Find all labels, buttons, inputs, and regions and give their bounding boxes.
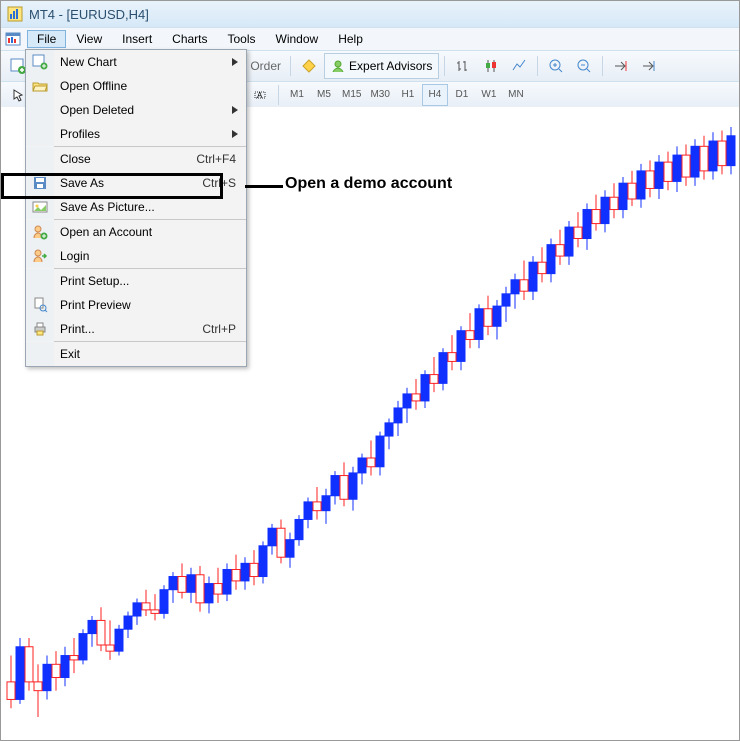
expert-advisors-button[interactable]: Expert Advisors	[324, 53, 439, 79]
timeframe-w1[interactable]: W1	[476, 84, 502, 106]
mdi-icon	[5, 31, 21, 47]
submenu-arrow-icon	[232, 130, 238, 138]
auto-scroll-icon	[613, 58, 629, 74]
submenu-arrow-icon	[232, 106, 238, 114]
menu-label: Open Deleted	[54, 103, 246, 117]
file-menu-dropdown: New Chart Open Offline Open Deleted Prof…	[25, 49, 247, 367]
save-icon	[32, 175, 48, 191]
menu-label: Login	[54, 249, 246, 263]
timeframe-m15[interactable]: M15	[338, 84, 365, 106]
menu-accel: Ctrl+S	[202, 176, 246, 190]
toolbar-separator	[444, 56, 445, 76]
menu-save-as-picture[interactable]: Save As Picture...	[26, 195, 246, 219]
menu-charts[interactable]: Charts	[162, 30, 217, 48]
auto-scroll-button[interactable]	[608, 53, 634, 79]
menu-label: New Chart	[54, 55, 246, 69]
diamond-icon	[301, 58, 317, 74]
titlebar: MT4 - [EURUSD,H4]	[1, 1, 739, 27]
menu-label: Print Setup...	[54, 274, 246, 288]
menu-help[interactable]: Help	[328, 30, 373, 48]
menu-close[interactable]: Close Ctrl+F4	[26, 147, 246, 171]
menu-save-as[interactable]: Save As Ctrl+S	[26, 171, 246, 195]
label-button[interactable]: A	[247, 82, 273, 108]
menu-tools[interactable]: Tools	[218, 30, 266, 48]
menu-view[interactable]: View	[66, 30, 112, 48]
menu-exit[interactable]: Exit	[26, 342, 246, 366]
bar-chart-button[interactable]	[450, 53, 476, 79]
timeframe-m30[interactable]: M30	[366, 84, 393, 106]
menu-label: Profiles	[54, 127, 246, 141]
annotation-connector	[245, 185, 283, 188]
chart-shift-icon	[641, 58, 657, 74]
folder-open-icon	[32, 78, 48, 94]
cursor-icon	[11, 88, 25, 102]
bar-chart-icon	[455, 58, 471, 74]
zoom-out-button[interactable]	[571, 53, 597, 79]
menu-profiles[interactable]: Profiles	[26, 122, 246, 146]
submenu-arrow-icon	[232, 58, 238, 66]
annotation-text: Open a demo account	[285, 175, 452, 193]
menu-accel: Ctrl+P	[202, 322, 246, 336]
candle-chart-button[interactable]	[478, 53, 504, 79]
timeframe-h4[interactable]: H4	[422, 84, 448, 106]
window-title: MT4 - [EURUSD,H4]	[29, 7, 149, 22]
new-chart-icon	[32, 54, 48, 70]
zoom-in-button[interactable]	[543, 53, 569, 79]
menu-label: Print...	[54, 322, 202, 336]
toolbar-separator	[278, 85, 279, 105]
label-icon: A	[253, 88, 267, 102]
new-chart-icon	[10, 58, 26, 74]
line-chart-icon	[511, 58, 527, 74]
print-icon	[32, 321, 48, 337]
print-preview-icon	[32, 297, 48, 313]
menu-open-deleted[interactable]: Open Deleted	[26, 98, 246, 122]
menu-label: Close	[54, 152, 196, 166]
menu-print[interactable]: Print... Ctrl+P	[26, 317, 246, 341]
menu-label: Open an Account	[54, 225, 246, 239]
timeframe-h1[interactable]: H1	[395, 84, 421, 106]
timeframe-m1[interactable]: M1	[284, 84, 310, 106]
login-icon	[32, 248, 48, 264]
menu-print-setup[interactable]: Print Setup...	[26, 269, 246, 293]
expert-icon	[331, 59, 345, 73]
app-window: { "title": "MT4 - [EURUSD,H4]", "menubar…	[0, 0, 740, 741]
menu-new-chart[interactable]: New Chart	[26, 50, 246, 74]
picture-icon	[32, 199, 48, 215]
menu-label: Print Preview	[54, 298, 246, 312]
menu-accel: Ctrl+F4	[196, 152, 246, 166]
menu-label: Exit	[54, 347, 246, 361]
app-icon	[7, 6, 23, 22]
menu-open-offline[interactable]: Open Offline	[26, 74, 246, 98]
account-add-icon	[32, 224, 48, 240]
timeframe-m5[interactable]: M5	[311, 84, 337, 106]
svg-text:A: A	[257, 91, 263, 100]
menu-window[interactable]: Window	[266, 30, 329, 48]
toolbar-separator	[602, 56, 603, 76]
menu-open-account[interactable]: Open an Account	[26, 220, 246, 244]
timeframe-d1[interactable]: D1	[449, 84, 475, 106]
meta-quotes-button[interactable]	[296, 53, 322, 79]
menu-label: Open Offline	[54, 79, 246, 93]
menu-print-preview[interactable]: Print Preview	[26, 293, 246, 317]
toolbar-separator	[537, 56, 538, 76]
line-chart-button[interactable]	[506, 53, 532, 79]
timeframe-mn[interactable]: MN	[503, 84, 529, 106]
menu-label: Save As Picture...	[54, 200, 246, 214]
menu-label: Save As	[54, 176, 202, 190]
zoom-in-icon	[548, 58, 564, 74]
candle-icon	[483, 58, 499, 74]
expert-advisors-label: Expert Advisors	[349, 59, 432, 73]
menubar: FileViewInsertChartsToolsWindowHelp	[1, 27, 739, 51]
toolbar-separator	[290, 56, 291, 76]
zoom-out-icon	[576, 58, 592, 74]
menu-login[interactable]: Login	[26, 244, 246, 268]
menu-insert[interactable]: Insert	[112, 30, 162, 48]
menu-file[interactable]: File	[27, 30, 66, 48]
chart-shift-button[interactable]	[636, 53, 662, 79]
